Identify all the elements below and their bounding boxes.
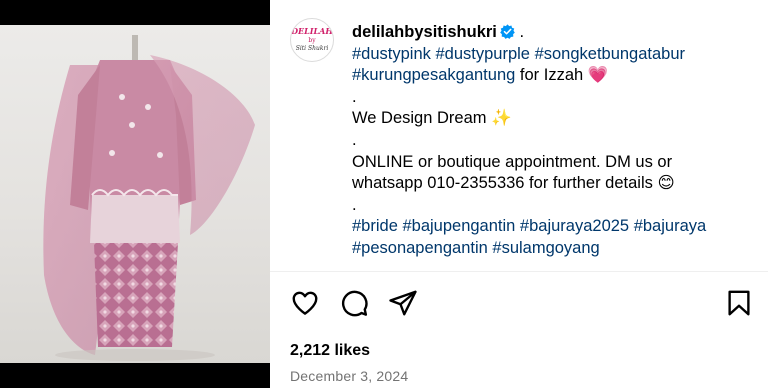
caption-line: .	[352, 87, 752, 109]
divider	[270, 271, 768, 272]
post-date: December 3, 2024	[290, 368, 409, 384]
caption-text: for Izzah 💗	[515, 66, 609, 85]
caption-line: #pesonapengantin #sulamgoyang	[352, 238, 752, 260]
bookmark-icon	[728, 290, 750, 316]
profile-avatar[interactable]: DELILAH by Siti Shukri	[290, 18, 334, 62]
caption-line: delilahbysitishukri .	[352, 22, 752, 44]
like-button[interactable]	[288, 286, 322, 320]
caption-line: whatsapp 010-2355336 for further details…	[352, 173, 752, 195]
action-bar	[270, 286, 768, 322]
hashtag-link[interactable]: #bajuraya	[634, 217, 706, 235]
post-caption: delilahbysitishukri . #dustypink #dustypu…	[352, 22, 752, 270]
caption-line: #bride #bajupengantin #bajuraya2025 #baj…	[352, 216, 752, 238]
share-button[interactable]	[386, 286, 420, 320]
caption-text: .	[352, 130, 357, 149]
caption-text: ONLINE or boutique appointment. DM us or	[352, 152, 673, 171]
hashtag-link[interactable]: #kurungpesakgantung	[352, 66, 515, 84]
hashtag-link[interactable]: #bride	[352, 217, 398, 235]
hashtag-link[interactable]: #bajupengantin	[402, 217, 515, 235]
hashtag-link[interactable]: #dustypink	[352, 45, 431, 63]
likes-count[interactable]: 2,212 likes	[290, 342, 370, 360]
caption-line: #kurungpesakgantung for Izzah 💗	[352, 65, 752, 87]
caption-text: .	[352, 195, 357, 214]
caption-line: #dustypink #dustypurple #songketbungatab…	[352, 44, 752, 66]
comment-icon	[342, 290, 368, 317]
share-icon	[389, 290, 417, 316]
hashtag-link[interactable]: #songketbungatabur	[535, 45, 685, 63]
caption-text: .	[352, 87, 357, 106]
hashtag-link[interactable]: #dustypurple	[435, 45, 529, 63]
hashtag-link[interactable]: #bajuraya2025	[520, 217, 629, 235]
verified-badge-icon	[500, 24, 515, 39]
avatar-logo-text: DELILAH	[291, 26, 333, 36]
caption-text: We Design Dream ✨	[352, 109, 512, 128]
avatar-logo-name: Siti Shukri	[295, 45, 329, 52]
caption-text: .	[514, 23, 525, 41]
hashtag-link[interactable]: #pesonapengantin	[352, 239, 488, 257]
save-button[interactable]	[722, 286, 756, 320]
caption-line: ONLINE or boutique appointment. DM us or	[352, 152, 752, 174]
comment-button[interactable]	[337, 286, 371, 320]
post-media[interactable]	[0, 0, 270, 388]
caption-line: We Design Dream ✨	[352, 108, 752, 130]
hashtag-link[interactable]: #sulamgoyang	[492, 239, 599, 257]
caption-text: whatsapp 010-2355336 for further details…	[352, 174, 675, 193]
avatar-logo-by: by	[308, 37, 316, 44]
post-photo	[0, 25, 270, 363]
username-link[interactable]: delilahbysitishukri	[352, 23, 497, 41]
kurung-dress-illustration	[43, 35, 255, 361]
caption-line: .	[352, 195, 752, 217]
heart-icon	[292, 291, 318, 315]
post-details-panel: DELILAH by Siti Shukri delilahbysitishuk…	[270, 0, 768, 388]
caption-line: .	[352, 130, 752, 152]
